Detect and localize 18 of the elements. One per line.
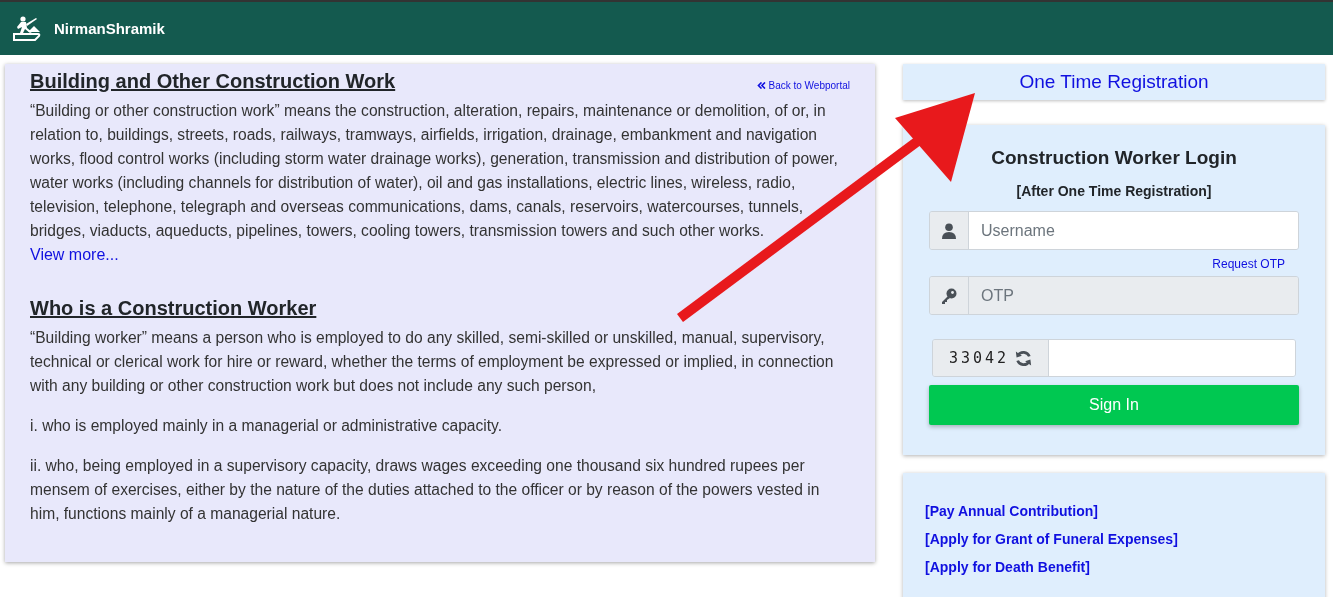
brand-name[interactable]: NirmanShramik <box>54 20 165 37</box>
paragraph: “Building worker” means a person who is employed to do any skilled, semi-skilled or unskilled, manual, supervisory, technical or clerical work for hire or reward, whether the terms of employment be expressed or implied, in connection with any building or other construction work but does not include any such person, <box>30 328 835 396</box>
double-chevron-icon <box>757 82 767 89</box>
quick-link[interactable]: [Apply for Grant of Funeral Expenses] <box>925 531 1303 547</box>
view-more-link[interactable]: View more... <box>30 243 119 267</box>
login-title: Construction Worker Login <box>990 147 1238 169</box>
quick-link[interactable]: [Pay Annual Contribution] <box>925 503 1303 519</box>
section-heading: Who is a Construction Worker <box>30 297 317 320</box>
request-otp-link[interactable]: Request OTP <box>1212 257 1285 271</box>
back-link[interactable]: Back to Webportal <box>757 80 850 91</box>
paragraph: “Building or other construction work” means the construction, alteration, repairs, maintenance or demolition, of or, in relation to, buildings, streets, roads, railways, tramways, airfields, irrigation, drainage, embankment and navigation works, flood control works (including storm water drainage works), generation, transmission and distribution of power, water works (including channels for distribution of water), oil and gas installations, electric lines, wireless, radio, television, telephone, telegraph and overseas communications, dams, canals, reservoirs, watercourses, tunnels, bridges, viaducts, aqueducts, pipelines, towers, cooling towers, transmission towers and such other works. <box>30 101 839 241</box>
paragraph: i. who is employed mainly in a managerial or administrative capacity. <box>30 416 504 436</box>
login-subtitle: [After One Time Registration] <box>1015 183 1213 199</box>
paragraph: ii. who, being employed in a supervisory capacity, draws wages exceeding one thousand six hundred rupees per mensem of exercises, either by the nature of the duties attached to the officer or by reason of the powers vested in him, functions mainly of a managerial nature. <box>30 456 821 524</box>
registration-link[interactable]: One Time Registration <box>903 64 1325 100</box>
section-heading: Building and Other Construction Work <box>30 70 396 93</box>
quick-link[interactable]: [Apply for Death Benefit] <box>925 559 1303 575</box>
worker-logo-icon <box>12 15 42 42</box>
